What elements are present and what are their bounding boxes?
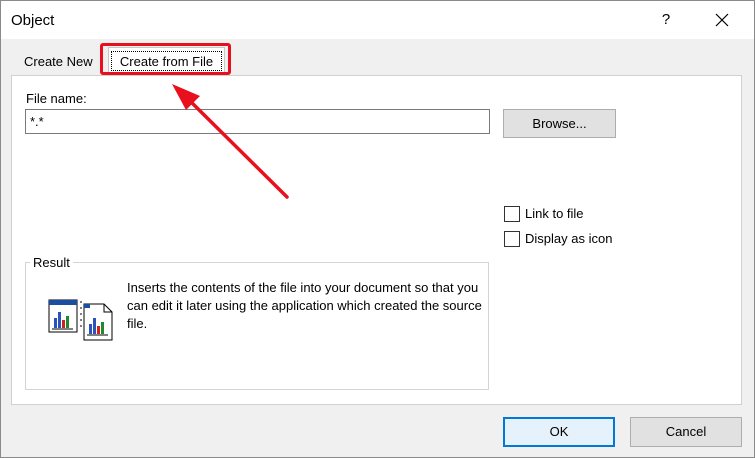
- title-bar: Object ?: [1, 1, 754, 39]
- result-legend: Result: [30, 255, 73, 270]
- result-description: Inserts the contents of the file into yo…: [127, 280, 482, 331]
- annotation-highlight-box: [100, 43, 231, 75]
- close-icon: [715, 13, 729, 27]
- display-as-icon-checkbox[interactable]: [504, 231, 520, 247]
- file-name-input[interactable]: [25, 109, 490, 134]
- tab-create-new[interactable]: Create New: [16, 50, 101, 74]
- dialog-title: Object: [11, 12, 55, 29]
- ok-button[interactable]: OK: [503, 417, 615, 447]
- embed-document-icon: [48, 298, 116, 342]
- display-as-icon-label: Display as icon: [525, 231, 613, 246]
- link-to-file-label: Link to file: [525, 206, 584, 221]
- close-button[interactable]: [707, 5, 737, 35]
- browse-button[interactable]: Browse...: [503, 109, 616, 138]
- help-button[interactable]: ?: [651, 5, 681, 35]
- file-name-label: File name:: [26, 91, 87, 106]
- cancel-button[interactable]: Cancel: [630, 417, 742, 447]
- link-to-file-checkbox[interactable]: [504, 206, 520, 222]
